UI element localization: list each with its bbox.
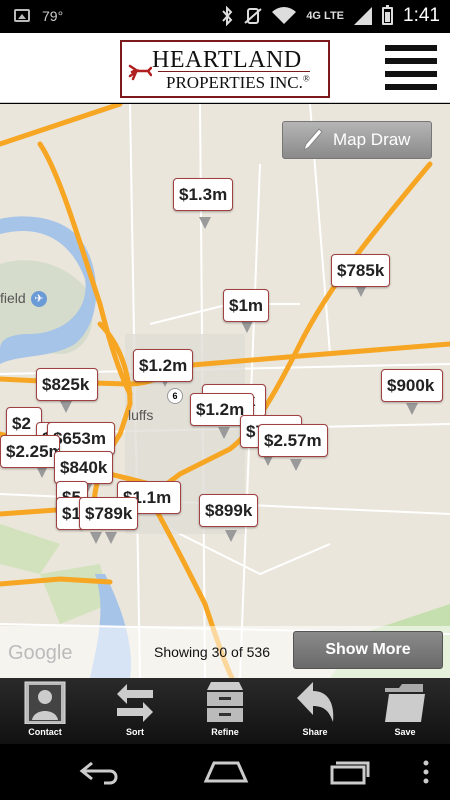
save-button[interactable]: Save [360,678,450,744]
contact-label: Contact [28,727,62,737]
refine-button[interactable]: Refine [180,678,270,744]
pencil-icon [303,128,323,152]
listing-price-pin[interactable]: $1.2m [133,349,194,382]
mute-icon [244,8,262,24]
save-folder-icon [385,684,425,722]
network-type: 4G LTE [306,10,345,22]
share-button[interactable]: Share [270,678,360,744]
battery-icon [382,5,394,25]
action-bar: Contact Sort Refine Share Save [0,678,450,744]
sort-label: Sort [126,727,144,737]
results-count: Showing 30 of 536 [154,644,270,660]
map-footer: Google Showing 30 of 536 Show More [0,626,450,678]
listing-price-pin[interactable]: $825k [36,368,98,401]
listing-price-pin[interactable]: $789k [79,497,139,530]
contact-icon [24,681,66,724]
signal-icon [354,7,373,25]
recents-icon[interactable] [328,757,372,787]
place-label: field [0,290,26,306]
clock: 1:41 [403,5,440,26]
map-draw-button[interactable]: Map Draw [282,121,432,159]
pin-tail [199,217,211,229]
refine-label: Refine [211,727,239,737]
logo-line-2: PROPERTIES INC.® [158,71,310,92]
map-view[interactable]: ✈ field luffs 6 Map Draw $1.3m $785k $1m… [0,104,450,678]
pin-tail [241,321,253,333]
save-label: Save [394,727,416,737]
listing-price-pin[interactable]: $1m [223,289,270,322]
heartland-logo[interactable]: HEARTLAND PROPERTIES INC.® [120,40,330,98]
pin-tail [90,532,102,544]
share-icon [297,682,334,722]
map-draw-label: Map Draw [333,130,411,149]
listing-price-pin[interactable]: $2.25m [0,435,60,468]
show-more-button[interactable]: Show More [293,631,443,669]
bluetooth-icon [222,6,233,26]
listing-price-pin[interactable]: $785k [331,254,391,287]
airport-icon: ✈ [31,291,47,307]
pin-tail [105,532,117,544]
image-icon [14,9,30,22]
share-label: Share [302,727,328,737]
overflow-menu-icon[interactable] [420,757,432,787]
pin-tail [218,427,230,439]
place-label: luffs [128,407,154,423]
wifi-icon [272,7,297,25]
pin-tail [406,403,418,415]
pin-tail [290,459,302,471]
listing-price-pin[interactable]: $2.57m [258,424,328,457]
temperature: 79° [42,8,64,24]
listing-price-pin[interactable]: $1.3m [173,178,234,211]
home-icon[interactable] [202,757,250,787]
listing-price-pin[interactable]: $840k [54,451,114,484]
pin-tail [225,530,237,542]
back-icon[interactable] [78,757,122,787]
listing-price-pin[interactable]: $900k [381,369,443,402]
hamburger-menu-icon[interactable] [385,43,437,95]
refine-icon [207,682,243,722]
app-header: HEARTLAND PROPERTIES INC.® [0,33,450,103]
route-shield: 6 [167,388,183,404]
contact-button[interactable]: Contact [0,678,90,744]
listing-price-pin[interactable]: $899k [199,494,259,527]
status-bar: 79° 4G LTE 1:41 [0,0,450,33]
google-attribution: Google [8,642,73,664]
sort-icon [117,684,153,722]
pin-tail [60,401,72,413]
logo-line-1: HEARTLAND [152,47,302,73]
sort-button[interactable]: Sort [90,678,180,744]
crawfish-logo-icon [128,64,152,81]
system-nav-bar [0,744,450,800]
